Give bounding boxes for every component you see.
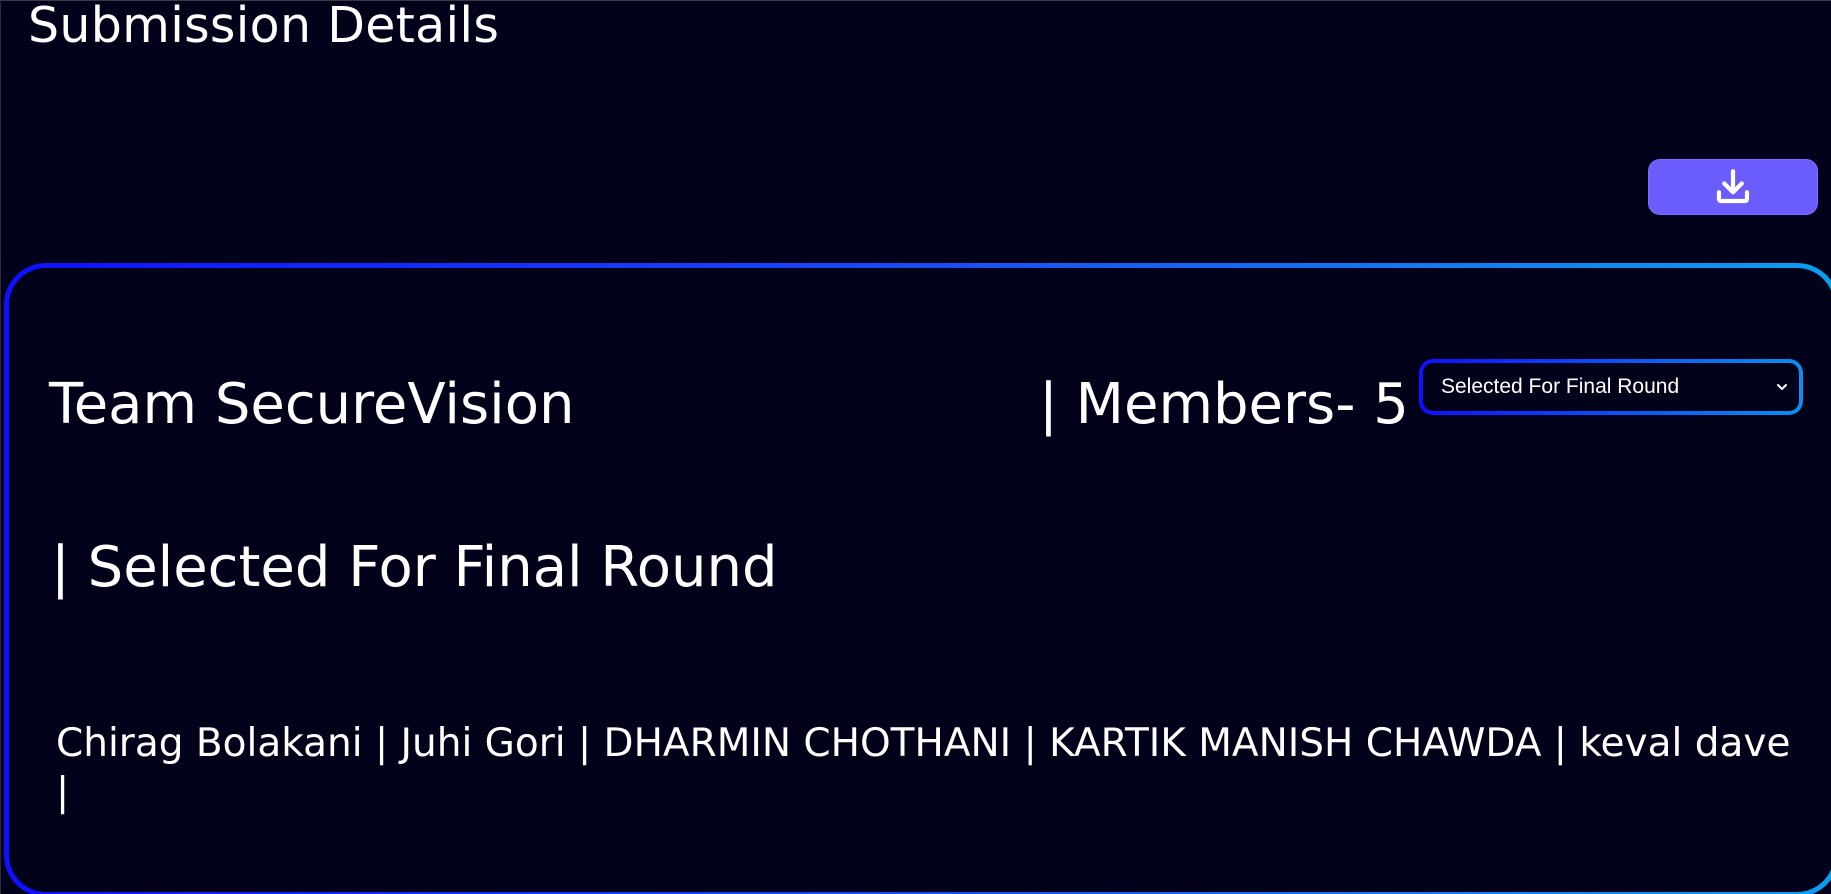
status-heading: | Selected For Final Round [51, 535, 778, 600]
status-select-value: Selected For Final Round [1441, 375, 1680, 398]
status-select[interactable]: Selected For Final Round [1423, 363, 1799, 411]
download-button[interactable] [1648, 159, 1818, 215]
members-count: | Members- 5 [1039, 372, 1409, 437]
team-name: Team SecureVision [49, 372, 575, 437]
download-icon [1716, 169, 1750, 204]
page-title: Submission Details [28, 0, 500, 54]
submission-details-page: Submission Details Team SecureVision | M… [0, 0, 1831, 894]
status-dropdown[interactable]: Selected For Final Round [1419, 359, 1803, 415]
members-list: Chirag Bolakani | Juhi Gori | DHARMIN CH… [56, 721, 1791, 815]
team-card: Team SecureVision | Members- 5 Selected … [4, 263, 1831, 894]
chevron-down-icon [1777, 384, 1787, 390]
team-card-body: Team SecureVision | Members- 5 Selected … [9, 268, 1831, 892]
